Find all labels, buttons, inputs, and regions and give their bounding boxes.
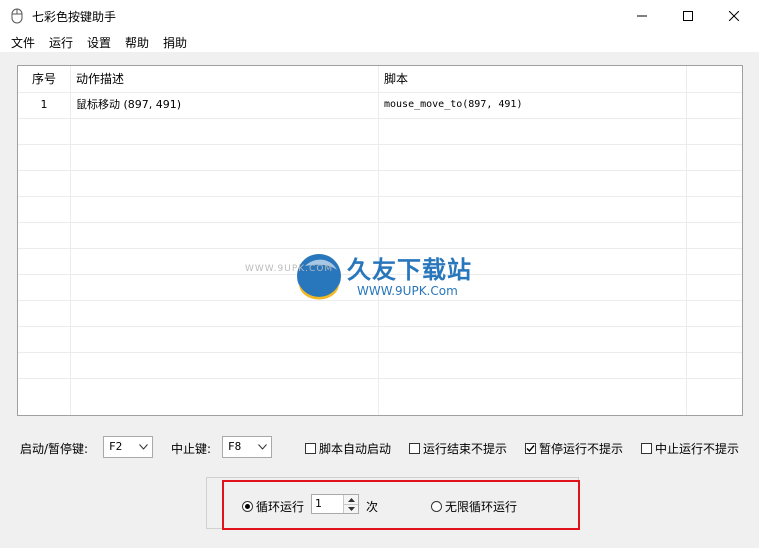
- row-divider: [18, 326, 742, 327]
- row-divider: [18, 352, 742, 353]
- row-script: mouse_move_to(897, 491): [384, 99, 523, 110]
- loop-count-spinner[interactable]: 1: [311, 494, 359, 514]
- action-table[interactable]: 序号 动作描述 脚本 1 鼠标移动 (897, 491) mouse_move_…: [17, 65, 743, 416]
- times-unit: 次: [366, 500, 379, 514]
- row-divider: [18, 378, 742, 379]
- watermark-url: WWW.9UPK.Com: [357, 284, 458, 298]
- spin-down-button[interactable]: [344, 504, 358, 513]
- menu-help[interactable]: 帮助: [125, 34, 149, 51]
- mouse-icon: [11, 8, 23, 24]
- chevron-down-icon: [139, 444, 148, 450]
- triangle-up-icon: [347, 497, 355, 502]
- pause-no-prompt-checkbox[interactable]: 暂停运行不提示: [525, 440, 623, 457]
- menu-file[interactable]: 文件: [11, 34, 35, 51]
- stop-label: 中止键:: [171, 442, 212, 456]
- menu-bar: 文件 运行 设置 帮助 捐助: [0, 32, 759, 52]
- checkbox-box[interactable]: [409, 443, 420, 454]
- start-pause-hotkey-value: F2: [109, 440, 123, 453]
- minimize-icon: [637, 15, 647, 17]
- watermark: WWW.9UPK.COM 久友下载站 WWW.9UPK.Com: [245, 244, 520, 309]
- row-divider: [18, 118, 742, 119]
- row-divider: [18, 144, 742, 145]
- header-script[interactable]: 脚本: [384, 66, 684, 92]
- stop-no-prompt-label: 中止运行不提示: [655, 442, 740, 456]
- pause-no-prompt-label: 暂停运行不提示: [539, 442, 624, 456]
- menu-settings[interactable]: 设置: [87, 34, 111, 51]
- window-title: 七彩色按键助手: [32, 10, 117, 24]
- checkbox-box[interactable]: [525, 443, 536, 454]
- maximize-icon: [683, 11, 693, 21]
- stop-no-prompt-checkbox[interactable]: 中止运行不提示: [641, 440, 739, 457]
- maximize-button[interactable]: [665, 0, 711, 32]
- watermark-url-small: WWW.9UPK.COM: [245, 264, 334, 274]
- minimize-button[interactable]: [619, 0, 665, 32]
- row-divider: [18, 222, 742, 223]
- loop-radio[interactable]: 循环运行: [242, 498, 304, 515]
- row-index: 1: [40, 98, 48, 111]
- settings-row: 启动/暂停键: F2 中止键: F8 脚本自动启动 运行结束不提示 暂停运行不提…: [0, 436, 759, 460]
- row-divider: [18, 170, 742, 171]
- auto-start-label: 脚本自动启动: [319, 442, 392, 456]
- start-pause-hotkey-select[interactable]: F2: [103, 436, 153, 458]
- checkbox-box[interactable]: [305, 443, 316, 454]
- close-icon: [729, 11, 739, 21]
- stop-hotkey-value: F8: [228, 440, 242, 453]
- title-bar: 七彩色按键助手: [0, 0, 759, 32]
- header-description[interactable]: 动作描述: [76, 66, 376, 92]
- row-divider: [18, 196, 742, 197]
- spinner-buttons: [343, 495, 358, 513]
- stop-hotkey-select[interactable]: F8: [222, 436, 272, 458]
- check-icon: [526, 445, 535, 453]
- menu-run[interactable]: 运行: [49, 34, 73, 51]
- radio-selected-icon[interactable]: [242, 501, 253, 512]
- radio-unselected-icon[interactable]: [431, 501, 442, 512]
- table-grid: 序号 动作描述 脚本 1 鼠标移动 (897, 491) mouse_move_…: [18, 66, 742, 415]
- loop-count-value: 1: [315, 497, 322, 510]
- infinite-loop-radio[interactable]: 无限循环运行: [431, 498, 517, 515]
- chevron-down-icon: [258, 444, 267, 450]
- loop-label: 循环运行: [256, 500, 305, 514]
- checkbox-box[interactable]: [641, 443, 652, 454]
- row-description: 鼠标移动 (897, 491): [76, 98, 182, 111]
- infinite-loop-label: 无限循环运行: [445, 500, 518, 514]
- start-pause-label: 启动/暂停键:: [20, 442, 89, 456]
- triangle-down-icon: [347, 506, 355, 511]
- header-index[interactable]: 序号: [18, 66, 70, 92]
- end-no-prompt-label: 运行结束不提示: [423, 442, 508, 456]
- close-button[interactable]: [711, 0, 757, 32]
- watermark-brand: 久友下载站: [347, 256, 472, 284]
- auto-start-checkbox[interactable]: 脚本自动启动: [305, 440, 391, 457]
- menu-donate[interactable]: 捐助: [163, 34, 187, 51]
- end-no-prompt-checkbox[interactable]: 运行结束不提示: [409, 440, 507, 457]
